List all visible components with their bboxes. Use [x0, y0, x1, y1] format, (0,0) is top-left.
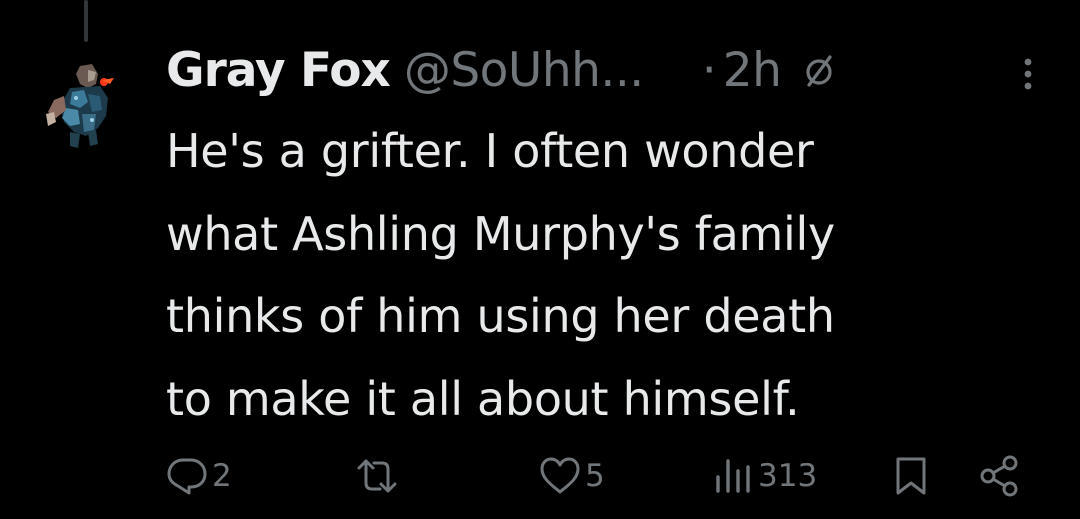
tweet-text-line: what Ashling Murphy's family	[166, 206, 835, 261]
tweet-header: Gray Fox @SoUhh... · 2h	[166, 38, 1056, 102]
tweet-text-line: thinks of him using her death	[166, 289, 835, 343]
reply-button[interactable]: 2	[166, 448, 232, 504]
tweet-text: He's a grifter. I often wonder what Ashl…	[166, 110, 1046, 440]
reply-count: 2	[212, 458, 232, 494]
more-icon[interactable]	[1022, 54, 1034, 94]
reply-icon	[167, 458, 207, 495]
repost-button[interactable]	[356, 448, 402, 504]
avatar[interactable]	[30, 52, 140, 162]
like-count: 5	[585, 458, 605, 494]
edited-icon	[801, 52, 837, 88]
timestamp[interactable]: 2h	[723, 43, 782, 98]
bookmark-icon	[896, 457, 926, 495]
repost-icon	[357, 459, 397, 493]
like-button[interactable]: 5	[539, 448, 605, 504]
display-name[interactable]: Gray Fox	[166, 43, 391, 98]
tweet-text-line: to make it all about himself.	[166, 371, 800, 426]
thread-connector-line	[84, 0, 88, 42]
share-button[interactable]	[978, 448, 1022, 504]
heart-icon	[540, 457, 580, 494]
separator-dot: ·	[701, 42, 717, 98]
bookmark-button[interactable]	[890, 448, 932, 504]
views-count: 313	[758, 458, 818, 494]
views-icon	[716, 459, 750, 493]
tweet-text-line: He's a grifter. I often wonder	[166, 124, 814, 178]
action-bar: 2 5 313	[0, 448, 1080, 504]
views-button[interactable]: 313	[712, 448, 817, 504]
avatar-image	[45, 64, 125, 156]
share-icon	[980, 455, 1018, 497]
user-handle[interactable]: @SoUhh...	[404, 43, 644, 98]
